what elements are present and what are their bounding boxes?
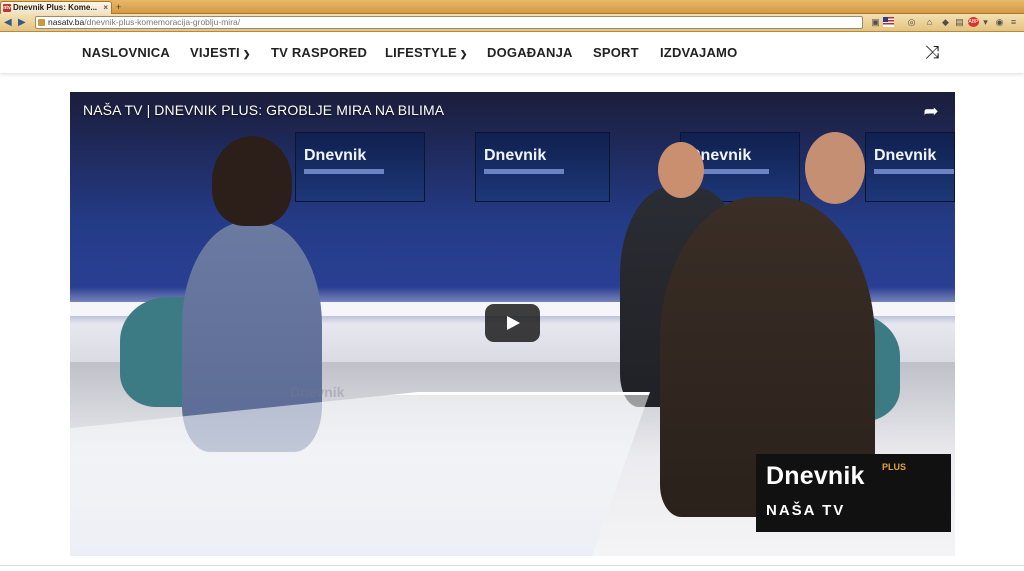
browser-tab[interactable]: ntv Dnevnik Plus: Kome... × xyxy=(0,1,112,14)
menu-label: IZDVAJAMO xyxy=(660,45,738,60)
menu-label: TV RASPORED xyxy=(271,45,368,60)
video-title[interactable]: NAŠA TV | DNEVNIK PLUS: GROBLJE MIRA NA … xyxy=(83,102,444,118)
home-icon[interactable]: ⌂ xyxy=(924,17,935,27)
menu-label: DOGAĐANJA xyxy=(487,45,573,60)
site-identity-icon xyxy=(38,19,45,26)
menu-label: VIJESTI xyxy=(190,45,240,60)
play-button[interactable] xyxy=(485,304,540,342)
browser-toolbar: ◀ ▶ nasatv.ba/dnevnik-plus-komemoracija-… xyxy=(0,14,1024,32)
rss-icon[interactable]: ▣ xyxy=(870,17,881,27)
forward-arrow-icon[interactable]: ▶ xyxy=(18,17,26,28)
menu-lifestyle[interactable]: LIFESTYLE ❯ xyxy=(385,45,468,60)
tab-title: Dnevnik Plus: Kome... xyxy=(13,3,98,12)
desk-logo-text: Dnevnik xyxy=(290,384,345,400)
adblock-icon[interactable]: ABP xyxy=(968,17,979,27)
menu-icon[interactable]: ≡ xyxy=(1008,17,1019,27)
guest-friar-head xyxy=(805,132,865,204)
url-host: nasatv.ba xyxy=(48,17,85,27)
menu-izdvajamo[interactable]: IZDVAJAMO xyxy=(660,45,737,60)
guest-head xyxy=(658,142,704,198)
menu-label: SPORT xyxy=(593,45,639,60)
screen-logo: Dnevnik xyxy=(304,147,367,164)
extension-icon[interactable]: ◆ xyxy=(940,17,951,27)
studio-screen: Dnevnik xyxy=(295,132,425,202)
brand-main: Dnevnik xyxy=(766,462,865,490)
browser-tab-bar: ntv Dnevnik Plus: Kome... × + xyxy=(0,0,1024,14)
screen-logo-bar xyxy=(874,169,954,174)
menu-sport[interactable]: SPORT xyxy=(593,45,639,60)
flag-icon[interactable] xyxy=(883,17,894,27)
shuffle-icon[interactable]: ⤨ xyxy=(920,42,944,62)
presenter-head xyxy=(212,136,292,226)
menu-dogadjanja[interactable]: DOGAĐANJA xyxy=(487,45,573,60)
chevron-down-icon: ❯ xyxy=(459,49,468,59)
screen-logo: Dnevnik xyxy=(484,147,547,164)
close-icon[interactable]: × xyxy=(103,2,108,14)
page-divider xyxy=(0,565,1024,566)
back-arrow-icon[interactable]: ◀ xyxy=(4,17,12,28)
brand-plus: PLUS xyxy=(882,462,907,472)
dropdown-arrow-icon[interactable]: ▾ xyxy=(980,17,991,27)
menu-label: LIFESTYLE xyxy=(385,45,457,60)
screen-logo-bar xyxy=(484,169,564,174)
bookmarks-icon[interactable]: ▤ xyxy=(954,17,965,27)
studio-screen: Dnevnik xyxy=(865,132,955,202)
video-player[interactable]: Dnevnik Dnevnik Dnevnik Dnevnik Dnevnik … xyxy=(70,92,955,556)
toolbar-icons: ▣ ◎ ⌂ ◆ ▤ ABP ▾ ◉ ≡ xyxy=(870,16,1020,29)
screen-logo: Dnevnik xyxy=(874,147,937,164)
share-icon[interactable]: ➦ xyxy=(920,102,942,120)
menu-tv-raspored[interactable]: TV RASPORED xyxy=(271,45,367,60)
site-header: NASLOVNICA VIJESTI ❯ TV RASPORED LIFESTYL… xyxy=(0,33,1024,73)
menu-naslovnica[interactable]: NASLOVNICA xyxy=(82,45,170,60)
menu-vijesti[interactable]: VIJESTI ❯ xyxy=(190,45,251,60)
studio-screen: Dnevnik xyxy=(475,132,610,202)
new-tab-icon[interactable]: + xyxy=(116,2,121,12)
chevron-down-icon: ❯ xyxy=(242,49,251,59)
brand-watermark: Dnevnik PLUS NAŠA TV xyxy=(756,454,951,532)
url-path: /dnevnik-plus-komemoracija-groblju-mira/ xyxy=(84,17,241,27)
globe-icon[interactable]: ◎ xyxy=(906,17,917,27)
brand-sub: NAŠA TV xyxy=(766,502,846,519)
screen-logo-bar xyxy=(304,169,384,174)
site-favicon-icon: ntv xyxy=(3,4,11,12)
menu-label: NASLOVNICA xyxy=(82,45,170,60)
address-bar[interactable]: nasatv.ba/dnevnik-plus-komemoracija-grob… xyxy=(35,16,863,29)
addon-icon[interactable]: ◉ xyxy=(994,17,1005,27)
